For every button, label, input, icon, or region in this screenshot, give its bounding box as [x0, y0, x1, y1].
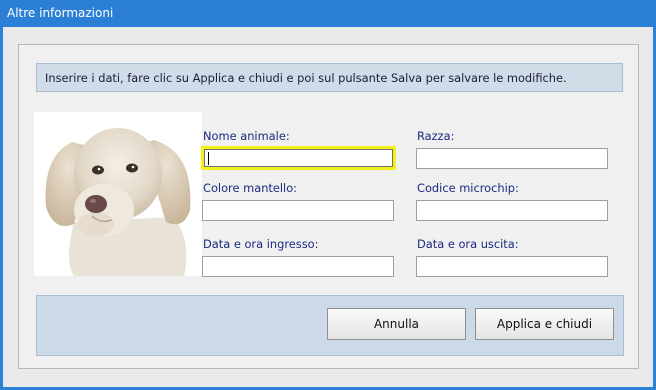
- content-frame: Inserire i dati, fare clic su Applica e …: [18, 44, 639, 369]
- dialog-client-area: Inserire i dati, fare clic su Applica e …: [3, 27, 653, 387]
- nome-animale-label: Nome animale:: [203, 129, 290, 143]
- window-title: Altre informazioni: [7, 6, 114, 20]
- colore-mantello-input[interactable]: [202, 200, 394, 221]
- nome-animale-input[interactable]: [201, 146, 396, 170]
- dog-photo: [34, 112, 202, 276]
- instruction-text: Inserire i dati, fare clic su Applica e …: [45, 71, 567, 85]
- codice-microchip-input[interactable]: [416, 200, 608, 221]
- text-caret: [208, 152, 209, 165]
- dialog-window: Altre informazioni Inserire i dati, fare…: [0, 0, 656, 390]
- button-panel: Annulla Applica e chiudi: [36, 295, 624, 356]
- cancel-button[interactable]: Annulla: [327, 308, 466, 340]
- data-uscita-input[interactable]: [416, 256, 608, 277]
- razza-input[interactable]: [416, 148, 608, 169]
- title-bar[interactable]: Altre informazioni: [0, 0, 656, 27]
- dog-image: [45, 128, 191, 276]
- apply-close-button[interactable]: Applica e chiudi: [475, 308, 614, 340]
- colore-mantello-label: Colore mantello:: [203, 181, 298, 195]
- instruction-banner: Inserire i dati, fare clic su Applica e …: [36, 63, 623, 92]
- data-uscita-label: Data e ora uscita:: [417, 237, 519, 251]
- data-ingresso-label: Data e ora ingresso:: [203, 237, 319, 251]
- data-ingresso-input[interactable]: [202, 256, 394, 277]
- codice-microchip-label: Codice microchip:: [417, 181, 519, 195]
- razza-label: Razza:: [417, 129, 455, 143]
